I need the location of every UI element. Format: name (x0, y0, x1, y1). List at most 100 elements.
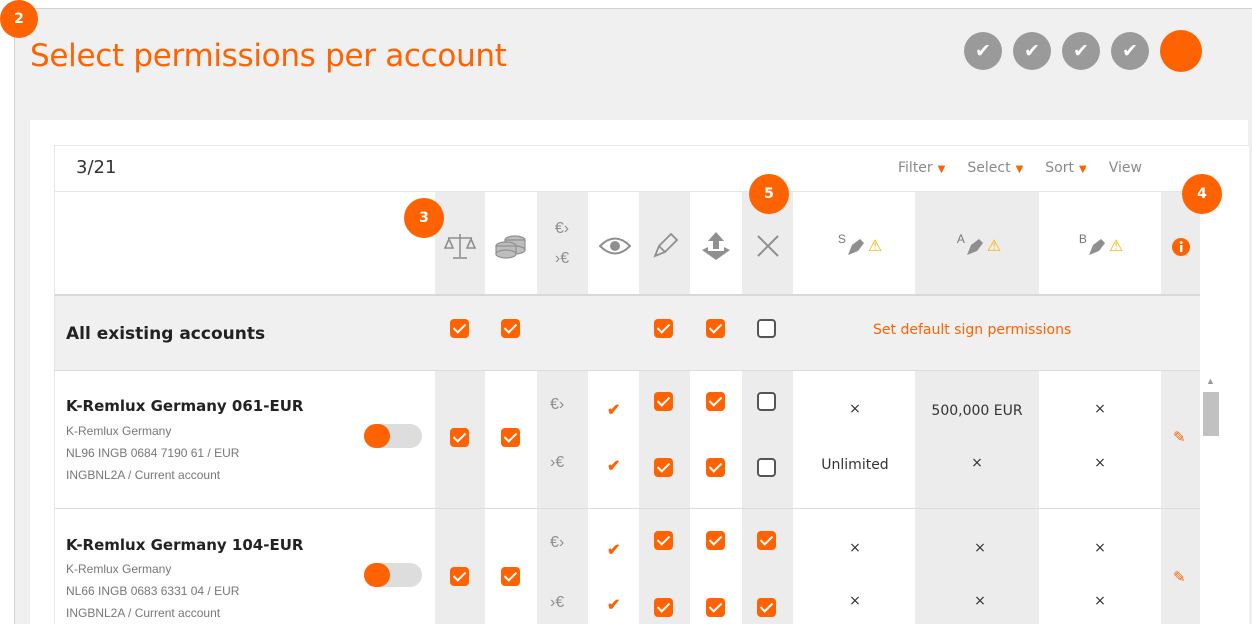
sign-a-value: 500,000 EUR (931, 403, 1023, 419)
sign-permission-a-icon: A ⚠ (944, 224, 1014, 268)
select-label: Select (967, 160, 1011, 176)
eye-icon (596, 232, 634, 260)
cancel-checkbox[interactable] (757, 598, 776, 617)
warning-icon: ⚠ (867, 238, 883, 255)
annotation-badge-5: 5 (749, 174, 789, 214)
sort-label: Sort (1045, 160, 1074, 176)
sign-permission-b-icon: B ⚠ (1066, 224, 1136, 268)
euro-out-icon: €› (554, 220, 570, 237)
account-row: K-Remlux Germany 061-EUR K-Remlux German… (55, 370, 1200, 508)
all-coins-checkbox[interactable] (501, 319, 520, 338)
view-dropdown[interactable]: View (1109, 160, 1142, 176)
cancel-checkbox[interactable] (757, 531, 776, 550)
sign-s-value: × (849, 540, 861, 556)
step-1-done-icon[interactable]: ✔ (964, 32, 1002, 70)
page-title: Select permissions per account (30, 38, 507, 74)
upload-checkbox[interactable] (706, 531, 725, 550)
edit-pencil-icon[interactable]: ✎ (1173, 568, 1186, 586)
sign-b-label: B (1078, 232, 1087, 246)
balance-checkbox[interactable] (450, 428, 469, 447)
account-name: K-Remlux Germany 061-EUR (66, 397, 304, 415)
pen-nib-icon (966, 239, 983, 255)
euro-transfer-icon: €› ›€ (542, 214, 582, 274)
filter-dropdown[interactable]: Filter ▼ (898, 160, 945, 176)
account-toggle[interactable] (364, 563, 422, 587)
all-upload-checkbox[interactable] (706, 319, 725, 338)
account-iban: NL66 INGB 0683 6331 04 / EUR (66, 584, 240, 598)
euro-out-icon: €› (550, 396, 565, 413)
toggle-knob (364, 563, 390, 587)
toggle-knob (364, 424, 390, 448)
sign-a-label: A (956, 232, 965, 246)
pencil-icon (645, 228, 685, 264)
table-toolbar: Filter ▼ Select ▼ Sort ▼ View (898, 160, 1142, 176)
euro-out-icon: €› (550, 534, 565, 551)
wizard-progress: ✔ ✔ ✔ ✔ (964, 30, 1202, 72)
table-scrollbar[interactable]: ▲ (1202, 372, 1220, 624)
balance-scale-icon (440, 228, 480, 264)
account-bic: INGBNL2A / Current account (66, 468, 221, 482)
filter-label: Filter (898, 160, 933, 176)
pen-nib-icon (1088, 239, 1105, 255)
coins-checkbox[interactable] (501, 567, 520, 586)
sign-a-value: × (974, 540, 986, 556)
sign-a-value: × (974, 593, 986, 609)
chevron-down-icon: ▼ (1078, 164, 1087, 175)
sign-s-label: S (837, 232, 846, 246)
step-2-done-icon[interactable]: ✔ (1013, 32, 1051, 70)
account-company: K-Remlux Germany (66, 424, 172, 438)
upload-checkbox[interactable] (706, 598, 725, 617)
chevron-down-icon: ▼ (1015, 164, 1024, 175)
view-label: View (1108, 160, 1142, 176)
info-icon[interactable] (1170, 236, 1192, 258)
step-4-done-icon[interactable]: ✔ (1111, 32, 1149, 70)
warning-icon: ⚠ (986, 238, 1002, 255)
coins-icon (491, 230, 531, 262)
sign-b-value: × (1094, 455, 1106, 471)
chevron-down-icon: ▼ (937, 164, 946, 175)
sign-s-value: × (849, 593, 861, 609)
upload-checkbox[interactable] (706, 392, 725, 411)
edit-checkbox[interactable] (654, 598, 673, 617)
sign-b-value: × (1094, 593, 1106, 609)
upload-checkbox[interactable] (706, 458, 725, 477)
view-check-icon: ✔ (607, 402, 621, 419)
x-icon (748, 228, 788, 264)
sign-b-value: × (1094, 401, 1106, 417)
annotation-badge-3: 3 (404, 198, 444, 238)
sign-a-value: × (971, 455, 983, 471)
balance-checkbox[interactable] (450, 567, 469, 586)
sign-permission-s-icon: S ⚠ (825, 224, 895, 268)
account-toggle[interactable] (364, 424, 422, 448)
edit-checkbox[interactable] (654, 392, 673, 411)
all-accounts-label: All existing accounts (66, 324, 266, 344)
view-check-icon: ✔ (607, 597, 621, 614)
all-edit-checkbox[interactable] (654, 319, 673, 338)
annotation-badge-4: 4 (1182, 174, 1222, 214)
pen-nib-icon (847, 239, 864, 255)
sign-b-value: × (1094, 540, 1106, 556)
account-company: K-Remlux Germany (66, 562, 172, 576)
select-dropdown[interactable]: Select ▼ (967, 160, 1023, 176)
edit-pencil-icon[interactable]: ✎ (1173, 428, 1186, 446)
step-5-current-icon (1160, 30, 1202, 72)
set-default-sign-permissions-link[interactable]: Set default sign permissions (873, 322, 1071, 338)
account-row: K-Remlux Germany 104-EUR K-Remlux German… (55, 508, 1200, 624)
euro-in-icon: ›€ (554, 250, 570, 267)
edit-checkbox[interactable] (654, 458, 673, 477)
cancel-checkbox[interactable] (757, 392, 776, 411)
scrollbar-thumb[interactable] (1203, 392, 1219, 436)
sign-s-value: Unlimited (821, 457, 889, 473)
account-bic: INGBNL2A / Current account (66, 606, 221, 620)
view-check-icon: ✔ (607, 458, 621, 475)
euro-in-icon: ›€ (550, 594, 565, 611)
cancel-checkbox[interactable] (757, 458, 776, 477)
scroll-up-icon[interactable]: ▲ (1206, 376, 1215, 386)
all-cancel-checkbox[interactable] (757, 319, 776, 338)
sort-dropdown[interactable]: Sort ▼ (1045, 160, 1086, 176)
account-iban: NL96 INGB 0684 7190 61 / EUR (66, 446, 240, 460)
all-balance-checkbox[interactable] (450, 319, 469, 338)
coins-checkbox[interactable] (501, 428, 520, 447)
step-3-done-icon[interactable]: ✔ (1062, 32, 1100, 70)
edit-checkbox[interactable] (654, 531, 673, 550)
